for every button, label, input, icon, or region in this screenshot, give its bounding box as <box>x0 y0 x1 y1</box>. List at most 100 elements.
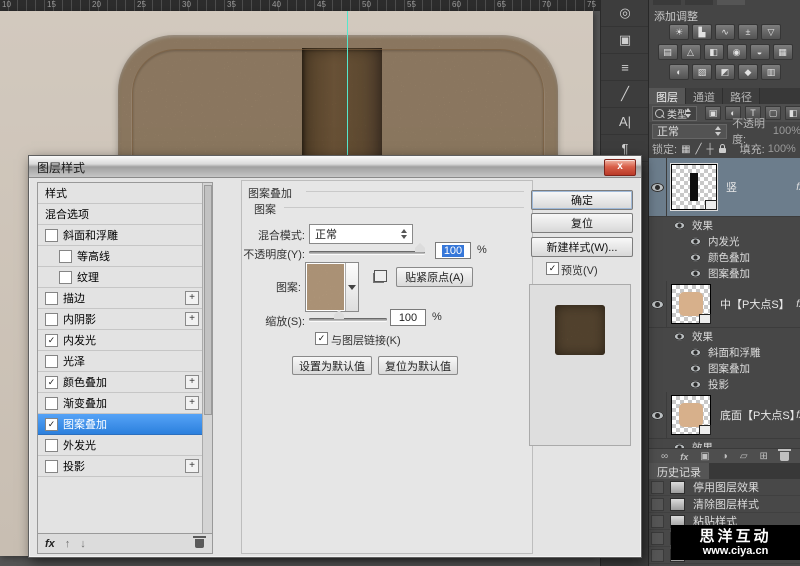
visibility-eye-icon[interactable] <box>651 300 664 309</box>
layer-mask-icon[interactable]: ▣ <box>700 452 709 462</box>
effect-row[interactable]: 图案叠加 <box>649 265 800 281</box>
style-list-item[interactable]: 纹理 <box>38 267 203 288</box>
tab-layers-0[interactable]: 图层 <box>649 88 686 104</box>
history-item[interactable]: 停用图层效果 <box>649 479 800 496</box>
effect-row[interactable]: 斜面和浮雕 <box>649 344 800 360</box>
panel-tab-stub[interactable] <box>653 0 681 5</box>
adjustment-layer-icon[interactable]: ◑ <box>722 452 728 462</box>
style-list-item[interactable]: 描边+ <box>38 288 203 309</box>
reset-button[interactable]: 复位 <box>531 213 633 233</box>
pattern-dropdown[interactable] <box>345 263 358 311</box>
ok-button[interactable]: 确定 <box>531 190 633 210</box>
threshold-icon[interactable]: ◩ <box>715 64 735 80</box>
color-balance-icon[interactable]: △ <box>681 44 701 60</box>
opacity-value[interactable]: 100% <box>773 125 800 137</box>
checkbox-icon[interactable] <box>45 397 58 410</box>
checkbox-icon[interactable]: ✓ <box>45 376 58 389</box>
checkbox-icon[interactable] <box>45 460 58 473</box>
hue-saturation-icon[interactable]: ▤ <box>658 44 678 60</box>
history-snapshot-checkbox[interactable] <box>651 498 664 511</box>
expand-plus-icon[interactable]: + <box>185 375 199 389</box>
checkbox-icon[interactable] <box>59 250 72 263</box>
reset-default-button[interactable]: 复位为默认值 <box>378 356 458 375</box>
new-style-button[interactable]: 新建样式(W)... <box>531 237 633 257</box>
move-effect-down-icon[interactable]: ↓ <box>80 538 86 550</box>
snap-to-origin-button[interactable]: 贴紧原点(A) <box>396 267 473 287</box>
layer-row[interactable]: 底面【P大点S】fx <box>649 392 800 439</box>
style-list-item[interactable]: 投影+ <box>38 456 203 477</box>
character-panel-icon[interactable]: A| <box>601 108 649 135</box>
posterize-icon[interactable]: ▨ <box>692 64 712 80</box>
brightness-contrast-icon[interactable]: ☀ <box>669 24 689 40</box>
checkbox-icon[interactable]: ✓ <box>45 334 58 347</box>
dialog-title-bar[interactable]: 图层样式 x <box>29 156 641 178</box>
tab-layers-1[interactable]: 通道 <box>686 88 723 104</box>
style-list-item[interactable]: 内阴影+ <box>38 309 203 330</box>
clone-source-icon[interactable]: ▣ <box>601 27 649 54</box>
effect-row[interactable]: 投影 <box>649 376 800 392</box>
visibility-eye-icon[interactable] <box>690 237 701 245</box>
move-effect-up-icon[interactable]: ↑ <box>65 538 71 550</box>
close-button[interactable]: x <box>604 159 636 176</box>
scrollbar-thumb[interactable] <box>204 185 212 415</box>
pixel-layer-filter-icon[interactable]: ▣ <box>705 106 721 120</box>
history-snapshot-checkbox[interactable] <box>651 549 664 562</box>
brush-presets-icon[interactable]: ≡ <box>601 54 649 81</box>
layer-thumbnail[interactable] <box>671 284 711 324</box>
vibrance-icon[interactable]: ▽ <box>761 24 781 40</box>
effects-header-row[interactable]: 效果 <box>649 217 800 233</box>
visibility-eye-icon[interactable] <box>690 253 701 261</box>
gradient-map-icon[interactable]: ▥ <box>761 64 781 80</box>
layer-row[interactable]: 竖fx <box>649 158 800 217</box>
panel-tab-stub[interactable] <box>685 0 713 5</box>
channel-mixer-icon[interactable]: ◒ <box>750 44 770 60</box>
style-list-item[interactable]: 等高线 <box>38 246 203 267</box>
color-lookup-icon[interactable]: ▦ <box>773 44 793 60</box>
expand-plus-icon[interactable]: + <box>185 291 199 305</box>
pattern-picker[interactable] <box>305 262 359 312</box>
photo-filter-icon[interactable]: ◉ <box>727 44 747 60</box>
layer-thumbnail[interactable] <box>671 164 717 210</box>
effect-row[interactable]: 内发光 <box>649 233 800 249</box>
checkbox-icon[interactable] <box>45 313 58 326</box>
tab-history[interactable]: 历史记录 <box>649 463 709 479</box>
history-item[interactable]: 清除图层样式 <box>649 496 800 513</box>
delete-effect-icon[interactable] <box>195 539 204 548</box>
effect-row[interactable]: 颜色叠加 <box>649 249 800 265</box>
style-list-item[interactable]: ✓内发光 <box>38 330 203 351</box>
layer-style-icon[interactable]: fx <box>680 452 688 462</box>
scale-input[interactable]: 100 <box>390 309 426 326</box>
style-list-item[interactable]: ✓图案叠加 <box>38 414 203 435</box>
style-list-item[interactable]: 外发光 <box>38 435 203 456</box>
visibility-eye-icon[interactable] <box>674 332 685 340</box>
style-list-item[interactable]: 斜面和浮雕 <box>38 225 203 246</box>
visibility-eye-icon[interactable] <box>690 364 701 372</box>
history-snapshot-checkbox[interactable] <box>651 481 664 494</box>
checkbox-icon[interactable] <box>59 271 72 284</box>
layer-thumbnail[interactable] <box>671 395 711 435</box>
brush-settings-icon[interactable]: ╱ <box>601 81 649 108</box>
scale-slider[interactable] <box>309 318 387 321</box>
blend-mode-select[interactable]: 正常 <box>309 224 413 244</box>
lock-pixels-icon[interactable]: ╱ <box>696 144 702 155</box>
lock-position-icon[interactable]: ┼ <box>707 144 714 155</box>
lock-transparency-icon[interactable]: ▦ <box>681 144 690 155</box>
effect-row[interactable]: 图案叠加 <box>649 360 800 376</box>
style-list-item[interactable]: 渐变叠加+ <box>38 393 203 414</box>
lock-all-icon[interactable] <box>719 148 726 153</box>
styles-scrollbar[interactable] <box>202 183 212 533</box>
new-group-icon[interactable]: ▱ <box>740 452 748 462</box>
delete-layer-icon[interactable] <box>780 452 789 461</box>
expand-plus-icon[interactable]: + <box>185 312 199 326</box>
link-layers-icon[interactable]: ∞ <box>661 452 668 462</box>
new-pattern-icon[interactable] <box>374 270 387 282</box>
style-list-item[interactable]: 样式 <box>38 183 203 204</box>
selective-color-icon[interactable]: ◆ <box>738 64 758 80</box>
opacity-slider[interactable] <box>309 251 425 254</box>
visibility-eye-icon[interactable] <box>690 348 701 356</box>
history-snapshot-checkbox[interactable] <box>651 532 664 545</box>
adjustments-panel-icon[interactable]: ◎ <box>601 0 649 27</box>
checkbox-icon[interactable]: ✓ <box>45 418 58 431</box>
visibility-eye-icon[interactable] <box>651 411 664 420</box>
style-list-item[interactable]: ✓颜色叠加+ <box>38 372 203 393</box>
